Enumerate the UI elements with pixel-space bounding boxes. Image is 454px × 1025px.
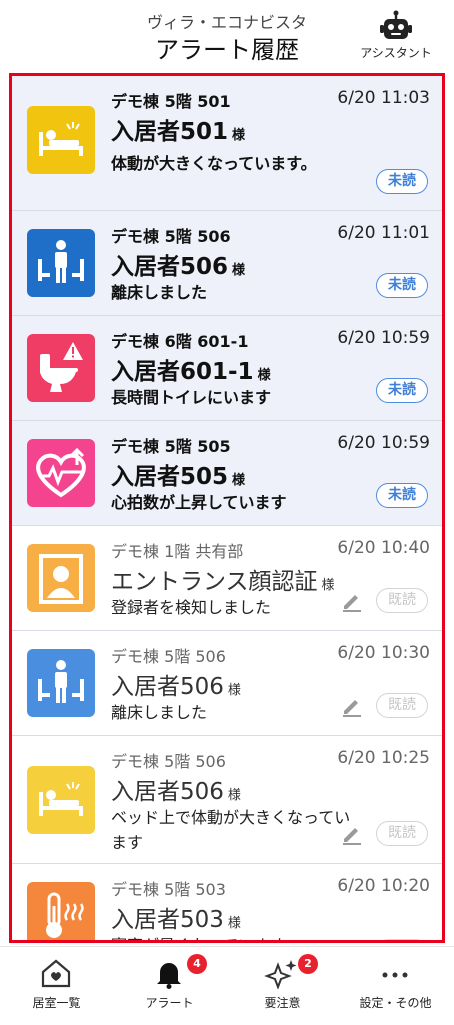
alert-location: デモ棟 5階 506 (111, 227, 231, 246)
alert-location: デモ棟 6階 601-1 (111, 332, 249, 351)
alert-count-badge: 4 (187, 954, 207, 974)
status-badge: 未読 (376, 483, 428, 508)
alert-message: ベッド上で体動が大きくなっています (111, 808, 351, 852)
alert-location: デモ棟 5階 501 (111, 92, 231, 111)
bed-movement-icon (27, 106, 95, 174)
alert-location: デモ棟 5階 506 (111, 647, 226, 666)
alert-item[interactable]: デモ棟 6階 601-1 6/20 10:59 入居者601-1 様 長時間トイレ… (12, 316, 442, 421)
tab-alert[interactable]: 4 アラート (113, 947, 226, 1025)
resident-name: エントランス顔認証様 (111, 562, 335, 596)
honorific: 様 (321, 578, 335, 593)
alert-location: デモ棟 5階 506 (111, 752, 226, 771)
tab-label: 要注意 (264, 996, 301, 1010)
alert-location: デモ棟 5階 503 (111, 880, 226, 899)
pencil-icon[interactable] (340, 822, 364, 846)
alert-message: 離床しました (111, 283, 208, 302)
resident-name: 入居者503 様 (111, 900, 241, 934)
tab-caution[interactable]: 2 要注意 (226, 947, 339, 1025)
status-badge: 既読 (376, 693, 428, 718)
alert-time: 6/20 11:01 (337, 223, 430, 243)
alert-time: 6/20 10:20 (337, 876, 430, 896)
resident-name: 入居者601-1 様 (111, 352, 271, 386)
resident-name: 入居者506 様 (111, 772, 241, 806)
alert-bell-icon (157, 963, 181, 989)
app-header: ヴィラ・エコナビスタ アラート履歴 アシスタント (0, 0, 454, 72)
alert-time: 6/20 10:59 (337, 433, 430, 453)
honorific: 様 (257, 368, 271, 383)
alert-location: デモ棟 5階 505 (111, 437, 231, 456)
resident-name: 入居者501 様 (111, 112, 245, 146)
alert-time: 6/20 10:40 (337, 538, 430, 558)
tab-label: 居室一覧 (32, 996, 81, 1010)
alert-time: 6/20 10:59 (337, 328, 430, 348)
alert-item[interactable]: デモ棟 5階 501 6/20 11:03 入居者501 様 体動が大きくなってい… (12, 76, 442, 211)
pencil-icon[interactable] (340, 694, 364, 718)
sparkle-caution-icon (264, 960, 297, 989)
tab-settings[interactable]: 設定・その他 (339, 947, 452, 1025)
heart-rate-up-icon (27, 439, 95, 507)
caution-count-badge: 2 (298, 954, 318, 974)
resident-name-text: 入居者601-1 (111, 359, 254, 385)
pencil-icon[interactable] (340, 589, 364, 613)
room-temperature-icon (27, 882, 95, 940)
alert-time: 6/20 10:30 (337, 643, 430, 663)
honorific: 様 (227, 683, 241, 698)
alert-location: デモ棟 1階 共有部 (111, 542, 244, 561)
alert-item[interactable]: デモ棟 5階 506 6/20 10:30 入居者506 様 離床しました 既読 (12, 631, 442, 736)
alert-message: 体動が大きくなっています。 (111, 154, 317, 173)
status-badge: 未読 (376, 273, 428, 298)
status-badge: 既読 (376, 939, 428, 940)
alert-history-list[interactable]: デモ棟 5階 501 6/20 11:03 入居者501 様 体動が大きくなってい… (9, 73, 445, 943)
honorific: 様 (227, 788, 241, 803)
resident-name: 入居者505 様 (111, 457, 245, 491)
assistant-label: アシスタント (360, 46, 432, 60)
resident-name-text: 入居者506 (111, 779, 224, 805)
alert-message: 長時間トイレにいます (111, 388, 272, 407)
status-badge: 既読 (376, 588, 428, 613)
robot-icon (380, 10, 412, 39)
face-recognition-icon (27, 544, 95, 612)
alert-item[interactable]: デモ棟 1階 共有部 6/20 10:40 エントランス顔認証様 登録者を検知し… (12, 526, 442, 631)
alert-time: 6/20 10:25 (337, 748, 430, 768)
tab-label: アラート (145, 996, 194, 1010)
resident-name-text: 入居者506 (111, 254, 229, 280)
honorific: 様 (232, 473, 246, 488)
resident-name: 入居者506 様 (111, 247, 245, 281)
alert-item[interactable]: デモ棟 5階 506 6/20 11:01 入居者506 様 離床しました 未読 (12, 211, 442, 316)
out-of-bed-icon (27, 229, 95, 297)
alert-item[interactable]: デモ棟 5階 506 6/20 10:25 入居者506 様 ベッド上で体動が大き… (12, 736, 442, 864)
resident-name-text: 入居者506 (111, 674, 224, 700)
resident-name-text: 入居者503 (111, 907, 224, 933)
honorific: 様 (232, 128, 246, 143)
pencil-icon[interactable] (340, 940, 364, 943)
bed-movement-icon (27, 766, 95, 834)
alert-item[interactable]: デモ棟 5階 505 6/20 10:59 入居者505 様 心拍数が上昇していま… (12, 421, 442, 526)
resident-name-text: 入居者501 (111, 119, 229, 145)
more-dots-icon (382, 972, 408, 978)
status-badge: 未読 (376, 169, 428, 194)
bottom-tab-bar: 居室一覧 4 アラート 2 要注意 設定・その他 (0, 946, 454, 1025)
alert-item[interactable]: デモ棟 5階 503 6/20 10:20 入居者503様 寝室が暑くなっていま… (12, 864, 442, 943)
tab-label: 設定・その他 (359, 996, 432, 1010)
resident-name: 入居者506 様 (111, 667, 241, 701)
out-of-bed-icon (27, 649, 95, 717)
alert-time: 6/20 11:03 (337, 88, 430, 108)
honorific: 様 (227, 916, 241, 931)
honorific: 様 (232, 263, 246, 278)
resident-name-text: エントランス顔認証 (111, 569, 318, 595)
toilet-warning-icon (27, 334, 95, 402)
room-list-icon (41, 959, 71, 988)
status-badge: 未読 (376, 378, 428, 403)
tab-room-list[interactable]: 居室一覧 (0, 947, 113, 1025)
alert-message: 心拍数が上昇しています (111, 493, 287, 512)
status-badge: 既読 (376, 821, 428, 846)
alert-message: 寝室が暑くなっています (111, 933, 381, 940)
assistant-button[interactable]: アシスタント (360, 10, 432, 66)
resident-name-text: 入居者505 (111, 464, 229, 490)
